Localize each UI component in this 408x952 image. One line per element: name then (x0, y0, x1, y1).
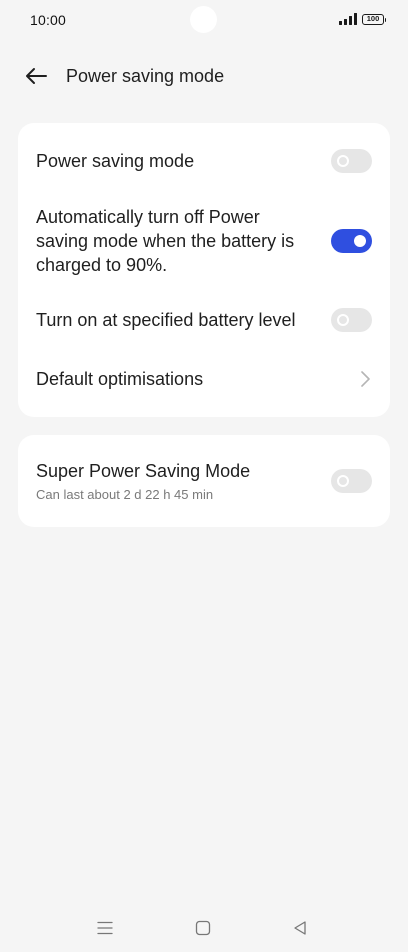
signal-bars-icon (339, 13, 357, 25)
battery-icon: 100 (362, 13, 386, 25)
row-label: Super Power Saving Mode (36, 461, 251, 481)
square-home-icon (195, 920, 211, 936)
row-label: Automatically turn off Power saving mode… (36, 207, 295, 275)
status-time: 10:00 (30, 12, 67, 28)
row-label: Turn on at specified battery level (36, 310, 296, 330)
page-title: Power saving mode (66, 66, 225, 86)
toggle-knob (337, 314, 349, 326)
specified-battery-level-toggle[interactable] (331, 308, 372, 332)
auto-turn-off-toggle[interactable] (331, 229, 372, 253)
recent-apps-button[interactable] (95, 918, 115, 938)
back-button[interactable] (22, 64, 50, 88)
row-power-saving-mode[interactable]: Power saving mode (36, 149, 372, 173)
arrow-left-icon (26, 68, 47, 84)
navigation-bar (0, 902, 408, 952)
status-bar: 10:00 100 (0, 0, 408, 40)
home-button[interactable] (193, 918, 213, 938)
super-power-saving-toggle[interactable] (331, 469, 372, 493)
chevron-right-icon (361, 371, 370, 387)
row-specified-battery-level[interactable]: Turn on at specified battery level (36, 308, 372, 332)
power-saving-mode-toggle[interactable] (331, 149, 372, 173)
row-auto-turn-off[interactable]: Automatically turn off Power saving mode… (36, 205, 372, 277)
header: Power saving mode (0, 56, 408, 96)
nav-back-button[interactable] (290, 918, 310, 938)
power-saving-settings-card: Power saving mode Automatically turn off… (18, 123, 390, 417)
toggle-knob (354, 235, 366, 247)
row-default-optimisations[interactable]: Default optimisations (36, 367, 372, 391)
row-super-power-saving[interactable]: Super Power Saving Mode Can last about 2… (36, 459, 372, 507)
super-power-saving-card: Super Power Saving Mode Can last about 2… (18, 435, 390, 527)
triangle-back-icon (294, 921, 306, 935)
row-subtitle: Can last about 2 d 22 h 45 min (36, 487, 214, 502)
toggle-knob (337, 155, 349, 167)
row-label: Default optimisations (36, 369, 204, 389)
camera-cutout (190, 6, 217, 33)
row-label: Power saving mode (36, 151, 195, 171)
battery-level: 100 (366, 14, 380, 24)
toggle-knob (337, 475, 349, 487)
status-icons: 100 (339, 13, 386, 25)
menu-icon (97, 921, 113, 935)
